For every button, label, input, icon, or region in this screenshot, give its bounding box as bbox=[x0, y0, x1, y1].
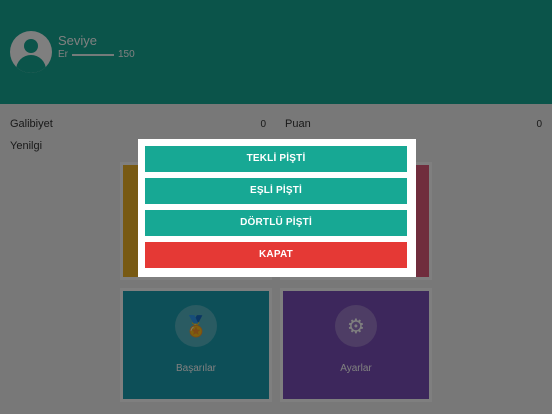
pair-game-button[interactable]: EŞLİ PİŞTİ bbox=[145, 178, 407, 204]
four-player-game-button[interactable]: DÖRTLÜ PİŞTİ bbox=[145, 210, 407, 236]
single-game-button[interactable]: TEKLİ PİŞTİ bbox=[145, 146, 407, 172]
close-button[interactable]: KAPAT bbox=[145, 242, 407, 268]
game-mode-dialog: TEKLİ PİŞTİ EŞLİ PİŞTİ DÖRTLÜ PİŞTİ KAPA… bbox=[138, 139, 416, 277]
